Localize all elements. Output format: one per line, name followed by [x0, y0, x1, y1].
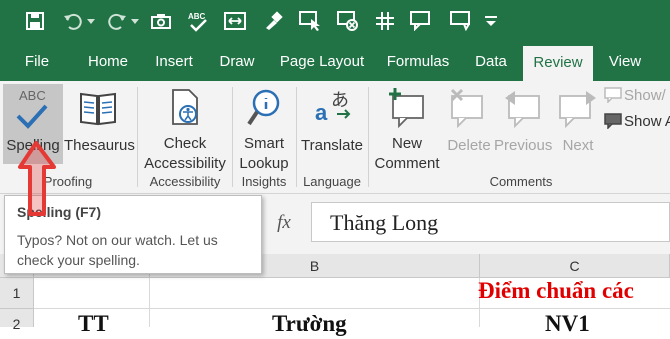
group-separator — [137, 87, 138, 187]
group-label-comments: Comments — [489, 174, 553, 189]
comment-icon[interactable] — [408, 8, 434, 34]
fit-columns-icon[interactable] — [222, 8, 248, 34]
tab-data[interactable]: Data — [464, 42, 518, 81]
formula-content: Thăng Long — [330, 210, 439, 235]
ribbon-tab-bar: File Home Insert Draw Page Layout Formul… — [0, 42, 670, 81]
tab-draw[interactable]: Draw — [212, 42, 262, 81]
cell-b1[interactable] — [150, 278, 480, 309]
spelling-button[interactable]: ABC Spelling — [3, 84, 63, 164]
select-pointer-icon[interactable] — [297, 8, 323, 34]
tab-formulas[interactable]: Formulas — [380, 42, 456, 81]
freeze-panes-icon[interactable] — [372, 8, 398, 34]
undo-icon[interactable] — [60, 8, 86, 34]
svg-text:あ: あ — [331, 90, 349, 111]
svg-text:a: a — [315, 100, 328, 125]
header-nv1: NV1 — [545, 311, 590, 336]
tab-file[interactable]: File — [16, 42, 58, 81]
tab-home[interactable]: Home — [80, 42, 136, 81]
chevron-down-icon[interactable] — [84, 8, 98, 34]
tab-view[interactable]: View — [600, 42, 650, 81]
customize-qat-icon[interactable] — [478, 8, 504, 34]
spelling-abc-icon[interactable]: ABC — [185, 8, 211, 34]
delete-label: Delete — [447, 137, 491, 154]
smart-lookup-button[interactable]: Smart Lookup — [236, 84, 292, 172]
group-label-language: Language — [303, 174, 361, 189]
cell-a1[interactable] — [34, 278, 150, 309]
tooltip-body: Typos? Not on our watch. Let us check yo… — [17, 232, 218, 268]
group-label-accessibility: Accessibility — [149, 174, 221, 189]
show-hide-label: Show/ — [624, 87, 666, 104]
delete-comment-button[interactable]: Delete — [444, 84, 494, 164]
new-comment-icon — [371, 84, 443, 134]
spelling-label: Spelling — [6, 137, 60, 154]
sheet-title-text: Điểm chuẩn các — [478, 278, 634, 303]
header-tt: TT — [78, 311, 109, 336]
group-separator — [296, 87, 297, 187]
formula-input[interactable]: Thăng Long — [311, 202, 670, 242]
comment-reply-icon[interactable] — [448, 8, 474, 34]
format-painter-icon[interactable] — [260, 8, 286, 34]
insert-function-button[interactable]: fx — [268, 208, 300, 238]
spelling-tooltip: Spelling (F7) Typos? Not on our watch. L… — [4, 195, 262, 274]
svg-text:ABC: ABC — [188, 12, 206, 21]
new-comment-label-2: Comment — [374, 155, 440, 172]
show-hide-comment-button[interactable]: Show/ — [604, 87, 670, 109]
quick-access-toolbar: ABC — [0, 0, 670, 42]
next-label: Next — [562, 137, 594, 154]
group-separator — [232, 87, 233, 187]
column-header-c[interactable]: C — [480, 254, 670, 278]
check-accessibility-label-2: Accessibility — [144, 155, 226, 172]
book-icon — [64, 84, 134, 136]
group-label-insights: Insights — [241, 174, 287, 189]
spelling-icon: ABC — [3, 84, 63, 136]
header-truong: Trường — [272, 311, 347, 336]
group-label-proofing: Proofing — [43, 174, 93, 189]
ribbon-review: ABC Spelling Thesaurus Proofing Check Ac… — [0, 81, 670, 194]
delete-comment-icon — [444, 84, 494, 136]
new-comment-label-1: New — [391, 135, 422, 152]
show-all-comments-button[interactable]: Show A — [604, 113, 670, 135]
row-header-2[interactable]: 2 — [0, 309, 34, 332]
check-accessibility-label-1: Check — [163, 135, 207, 152]
camera-icon[interactable] — [148, 8, 174, 34]
tab-page-layout[interactable]: Page Layout — [272, 42, 372, 81]
row-header-1[interactable]: 1 — [0, 278, 34, 309]
save-icon[interactable] — [22, 8, 48, 34]
chevron-down-icon[interactable] — [128, 8, 142, 34]
next-comment-icon — [556, 84, 600, 136]
tab-insert[interactable]: Insert — [146, 42, 202, 81]
smart-lookup-label-2: Lookup — [239, 155, 289, 172]
accessibility-icon — [141, 84, 229, 134]
redo-icon[interactable] — [104, 8, 130, 34]
previous-comment-icon — [494, 84, 552, 136]
translate-button[interactable]: aあ Translate — [299, 84, 365, 164]
thesaurus-label: Thesaurus — [64, 137, 135, 154]
previous-label: Previous — [494, 137, 553, 154]
clear-format-icon[interactable] — [335, 8, 361, 34]
previous-comment-button[interactable]: Previous — [494, 84, 552, 164]
next-comment-button[interactable]: Next — [556, 84, 600, 164]
translate-icon: aあ — [299, 84, 365, 136]
new-comment-button[interactable]: New Comment — [371, 84, 443, 172]
translate-label: Translate — [301, 137, 363, 154]
thesaurus-button[interactable]: Thesaurus — [64, 84, 135, 164]
show-all-label: Show A — [624, 113, 670, 130]
tooltip-title: Spelling (F7) — [17, 204, 101, 220]
smart-lookup-label-1: Smart — [243, 135, 284, 152]
magnifier-icon — [236, 84, 292, 134]
group-separator — [368, 87, 369, 187]
check-accessibility-button[interactable]: Check Accessibility — [141, 84, 229, 172]
tab-review[interactable]: Review — [523, 46, 593, 81]
